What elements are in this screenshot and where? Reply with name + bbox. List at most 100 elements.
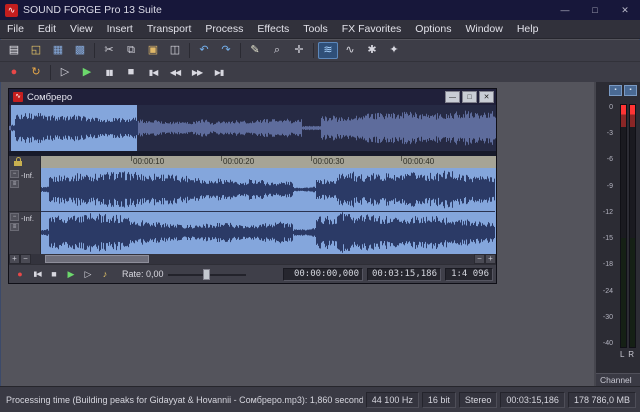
waveform-view-button[interactable]: ∿ <box>340 42 360 59</box>
toolbar-separator <box>240 43 241 58</box>
document-transport-bar: ●▮◀■▶▷♪ Rate: 0,00 00:00:00,000 00:03:15… <box>9 264 496 283</box>
document-transport-buttons: ●▮◀■▶▷♪ <box>12 267 114 282</box>
document-close-button[interactable]: ✕ <box>479 91 494 103</box>
meter-settings-2-button[interactable]: ▪ <box>624 85 637 96</box>
channel-menu-button[interactable]: ≡ <box>10 180 19 188</box>
channel-gain-label[interactable]: -Inf. <box>21 171 34 180</box>
meter-channel-labels: L R <box>618 350 636 359</box>
undo-button[interactable]: ↶ <box>194 42 214 59</box>
document-minimize-button[interactable]: — <box>445 91 460 103</box>
status-cell: Stereo <box>459 392 498 408</box>
go-to-end-button[interactable]: ▶▮ <box>209 64 229 81</box>
audition-button[interactable]: ♪ <box>97 267 113 282</box>
maximize-button[interactable]: □ <box>580 0 610 20</box>
stop-button[interactable]: ■ <box>121 64 141 81</box>
horizontal-scrollbar[interactable]: + − − + <box>9 254 496 264</box>
waveform-area[interactable] <box>41 168 496 254</box>
document-window-controls: — □ ✕ <box>443 91 494 103</box>
file-new-button[interactable]: ▤ <box>4 42 24 59</box>
status-message: Processing time (Building peaks for Gida… <box>6 395 363 405</box>
rate-slider[interactable] <box>168 268 246 281</box>
file-save-all-button[interactable]: ▩ <box>70 42 90 59</box>
rewind-button[interactable]: ◀◀ <box>165 64 185 81</box>
forward-button[interactable]: ▶▶ <box>187 64 207 81</box>
trim-button[interactable]: ◫ <box>165 42 185 59</box>
ruler-tick-label: 00:00:40 <box>403 157 434 166</box>
spectrum-editor-button[interactable]: ≋ <box>318 42 338 59</box>
lock-icon[interactable] <box>14 161 22 166</box>
window-controls: — □ ✕ <box>550 0 640 20</box>
channel-minimize-button[interactable]: − <box>10 213 19 221</box>
paste-button[interactable]: ▣ <box>143 42 163 59</box>
zoom-in-button-right[interactable]: + <box>485 254 496 264</box>
meter-settings-1-button[interactable]: ▪ <box>609 85 622 96</box>
zoom-out-button-right[interactable]: − <box>474 254 485 264</box>
menu-edit[interactable]: Edit <box>31 20 63 38</box>
go-to-start-button[interactable]: ▮◀ <box>143 64 163 81</box>
menu-file[interactable]: File <box>0 20 31 38</box>
menubar: FileEditViewInsertTransportProcessEffect… <box>0 20 640 39</box>
menu-options[interactable]: Options <box>408 20 458 38</box>
stop-button[interactable]: ■ <box>46 267 62 282</box>
zoom-ratio-display[interactable]: 1:4 096 <box>445 268 493 281</box>
record-button[interactable]: ● <box>4 64 24 81</box>
file-open-button[interactable]: ◱ <box>26 42 46 59</box>
transport-toolbar: ●↻ ▷▶▮▮■▮◀◀◀▶▶▶▮ <box>0 61 640 82</box>
menu-transport[interactable]: Transport <box>140 20 199 38</box>
event-tool-button[interactable]: ✛ <box>289 42 309 59</box>
meter-scale-label: -40 <box>596 340 613 347</box>
waveform-overview-bar[interactable] <box>9 105 496 151</box>
time-ruler[interactable]: 00:00:1000:00:2000:00:3000:00:40 <box>41 156 496 168</box>
minimize-button[interactable]: — <box>550 0 580 20</box>
magnify-tool-button[interactable]: ⌕ <box>267 42 287 59</box>
document-titlebar[interactable]: ∿ Сомбреро — □ ✕ <box>9 89 496 105</box>
meter-panel-tab[interactable]: Channel <box>596 373 640 386</box>
record-button[interactable]: ● <box>12 267 28 282</box>
current-position-display[interactable]: 00:00:00,000 <box>283 268 363 281</box>
status-cell: 178 786,0 MB <box>568 392 636 408</box>
scrollbar-thumb[interactable] <box>45 255 149 263</box>
menu-tools[interactable]: Tools <box>296 20 335 38</box>
cut-button[interactable]: ✂ <box>99 42 119 59</box>
play-all-button[interactable]: ▷ <box>80 267 96 282</box>
rate-slider-thumb[interactable] <box>203 269 210 280</box>
channel-strip: − ≡-Inf. <box>9 168 40 211</box>
ruler-tick-mark <box>131 156 132 161</box>
zoom-out-button[interactable]: − <box>20 254 31 264</box>
play-all-button[interactable]: ▷ <box>55 64 75 81</box>
channel-menu-button[interactable]: ≡ <box>10 223 19 231</box>
copy-button[interactable]: ⧉ <box>121 42 141 59</box>
go-to-start-button[interactable]: ▮◀ <box>29 267 45 282</box>
tools-menu-button[interactable]: ✦ <box>384 42 404 59</box>
document-window: ∿ Сомбреро — □ ✕ 00:00:1000:00:2000:00:3… <box>8 88 497 284</box>
menu-window[interactable]: Window <box>458 20 509 38</box>
play-button[interactable]: ▶ <box>63 267 79 282</box>
pause-button[interactable]: ▮▮ <box>99 64 119 81</box>
redo-button[interactable]: ↷ <box>216 42 236 59</box>
status-cell: 00:03:15,186 <box>500 392 565 408</box>
total-length-display[interactable]: 00:03:15,186 <box>367 268 441 281</box>
document-icon: ∿ <box>13 92 23 102</box>
loop-playback-button[interactable]: ↻ <box>26 64 46 81</box>
menu-view[interactable]: View <box>63 20 100 38</box>
menu-process[interactable]: Process <box>198 20 250 38</box>
zoom-in-button[interactable]: + <box>9 254 20 264</box>
edit-tool-button[interactable]: ✎ <box>245 42 265 59</box>
window-title: SOUND FORGE Pro 13 Suite <box>23 4 162 16</box>
ruler-tick-mark <box>401 156 402 161</box>
status-cell: 44 100 Hz <box>366 392 419 408</box>
channel-minimize-button[interactable]: − <box>10 170 19 178</box>
waveform-graphic <box>41 168 495 254</box>
menu-fx-favorites[interactable]: FX Favorites <box>335 20 409 38</box>
channel-divider <box>9 211 40 212</box>
channel-gain-label[interactable]: -Inf. <box>21 214 34 223</box>
plugin-chainer-button[interactable]: ✱ <box>362 42 382 59</box>
menu-help[interactable]: Help <box>510 20 546 38</box>
document-maximize-button[interactable]: □ <box>462 91 477 103</box>
close-button[interactable]: ✕ <box>610 0 640 20</box>
play-button[interactable]: ▶ <box>77 64 97 81</box>
menu-insert[interactable]: Insert <box>100 20 140 38</box>
toolbar-separator <box>94 43 95 58</box>
file-save-button[interactable]: ▦ <box>48 42 68 59</box>
menu-effects[interactable]: Effects <box>250 20 296 38</box>
